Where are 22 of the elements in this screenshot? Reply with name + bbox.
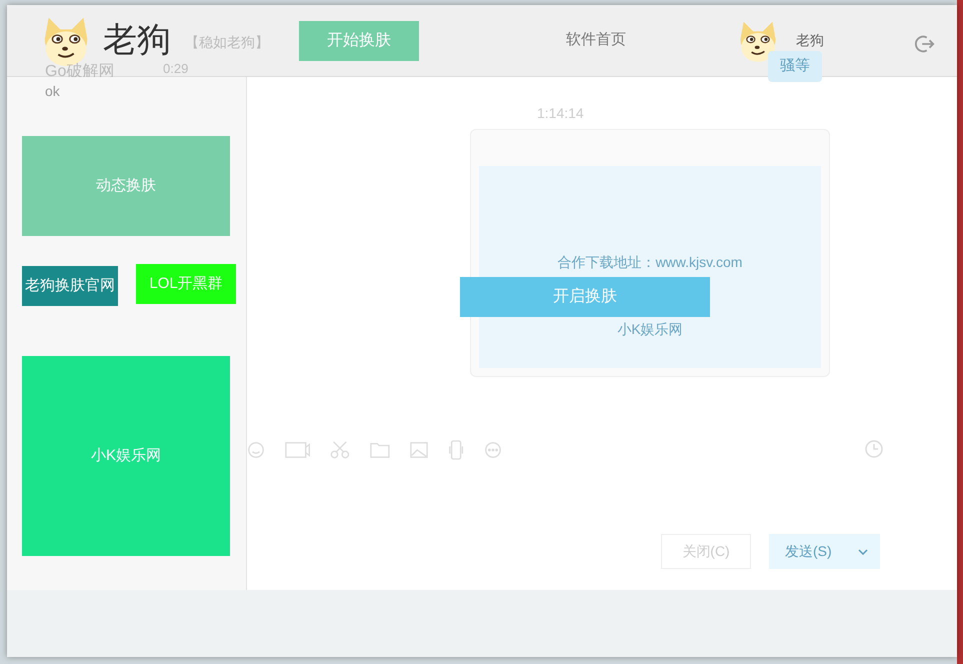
more-icon bbox=[484, 440, 502, 460]
send-button[interactable]: 发送(S) bbox=[769, 534, 880, 569]
folder-icon bbox=[370, 441, 390, 459]
username: 老狗 bbox=[796, 31, 824, 50]
image-icon bbox=[410, 441, 428, 459]
phone-icon bbox=[448, 439, 464, 461]
logo-title: 老狗 bbox=[103, 20, 171, 61]
scissors-icon bbox=[330, 440, 350, 460]
caret-icon bbox=[858, 548, 868, 554]
start-button[interactable]: 开始换肤 bbox=[299, 20, 419, 60]
enable-button[interactable]: 开启换肤 bbox=[460, 277, 710, 317]
link-tile[interactable]: LOL开黑群 bbox=[136, 264, 236, 304]
chat-preview: ok bbox=[45, 82, 60, 101]
link-tile[interactable]: 动态换肤 bbox=[22, 136, 230, 236]
logout-icon[interactable] bbox=[913, 33, 935, 55]
clock-icon bbox=[864, 439, 884, 459]
message-bubble: 骚等 bbox=[768, 51, 822, 82]
link-tile[interactable]: 小K娱乐网 bbox=[22, 356, 230, 556]
site-text: 小K娱乐网 bbox=[617, 320, 683, 339]
link-tile[interactable]: 老狗换肤官网 bbox=[22, 266, 118, 306]
download-text: 合作下载地址：www.kjsv.com bbox=[558, 253, 742, 272]
home-link[interactable]: 软件首页 bbox=[566, 29, 626, 52]
